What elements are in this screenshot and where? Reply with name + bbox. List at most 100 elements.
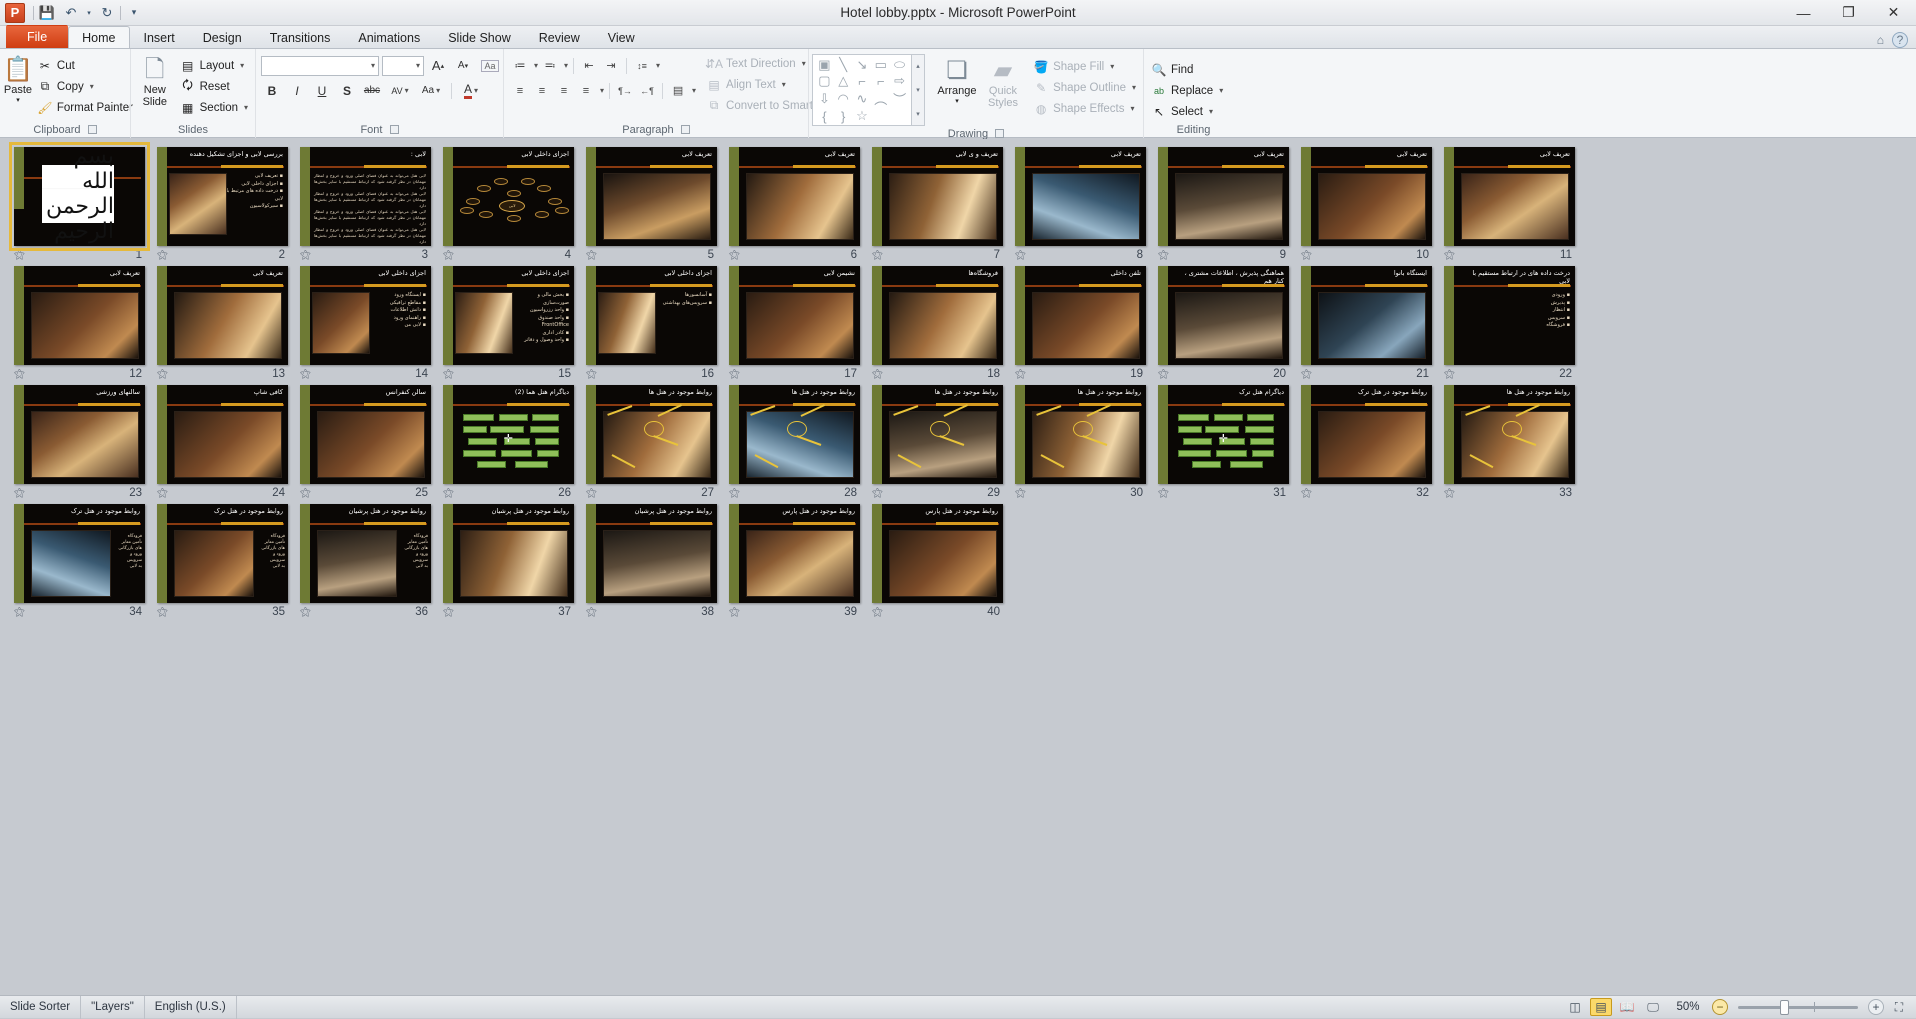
- transition-star-icon[interactable]: ⚝: [157, 368, 167, 381]
- shape-down-arrow-icon[interactable]: ⇩: [815, 89, 834, 108]
- slide-thumbnail-cell[interactable]: اجزای داخلی لابی▪ آسانسورها▪ سرویس‌های ب…: [580, 264, 722, 383]
- slide-thumbnail-cell[interactable]: روابط موجود در هتل ترک⚝32: [1295, 383, 1437, 502]
- slide-thumbnail-cell[interactable]: نشیمن لابی⚝17: [723, 264, 865, 383]
- slide-thumbnail-cell[interactable]: روابط موجود در هتل پارس⚝40: [866, 502, 1008, 621]
- slide-thumbnail[interactable]: تعریف لابی: [1015, 147, 1146, 246]
- transition-star-icon[interactable]: ⚝: [157, 487, 167, 500]
- ltr-direction-button[interactable]: ¶→: [615, 81, 635, 101]
- slide-thumbnail[interactable]: روابط موجود در هتل پارس: [729, 504, 860, 603]
- slide-thumbnail-cell[interactable]: درخت داده های در ارتباط مستقیم با لابی▪ …: [1438, 264, 1580, 383]
- slide-thumbnail-cell[interactable]: تلفن داخلی⚝19: [1009, 264, 1151, 383]
- char-spacing-caret[interactable]: ▾: [405, 86, 409, 95]
- numbering-button[interactable]: ≕: [540, 56, 560, 76]
- transition-star-icon[interactable]: ⚝: [300, 487, 310, 500]
- tab-slide-show[interactable]: Slide Show: [434, 26, 525, 48]
- slide-thumbnail[interactable]: بسم الله الرحمن الرحیم: [14, 147, 145, 246]
- transition-star-icon[interactable]: ⚝: [729, 368, 739, 381]
- shape-rounded-rect-icon[interactable]: ▢: [815, 73, 834, 89]
- slide-thumbnail-cell[interactable]: روابط موجود در هتل ها⚝33: [1438, 383, 1580, 502]
- transition-star-icon[interactable]: ⚝: [443, 487, 453, 500]
- slide-thumbnail[interactable]: روابط موجود در هتل ها: [872, 385, 1003, 484]
- zoom-slider[interactable]: [1738, 1006, 1858, 1009]
- increase-indent-button[interactable]: ⇥: [601, 56, 621, 76]
- slide-thumbnail[interactable]: سالنهای ورزشی: [14, 385, 145, 484]
- transition-star-icon[interactable]: ⚝: [443, 368, 453, 381]
- transition-star-icon[interactable]: ⚝: [157, 606, 167, 619]
- tab-insert[interactable]: Insert: [130, 26, 189, 48]
- slide-sorter-view-button[interactable]: ▤: [1590, 998, 1612, 1016]
- shape-right-arrow-icon[interactable]: ⇨: [890, 73, 909, 89]
- shapes-gallery[interactable]: ▣ ╲ ↘ ▭ ⬭ ▢ △ ⌐ ⌐ ⇨ ⇩ ◠ ∿ ︵ ︶ { }: [812, 54, 912, 126]
- slide-thumbnail-cell[interactable]: تعریف لابی⚝5: [580, 145, 722, 264]
- font-size-input[interactable]: ▾: [382, 56, 424, 76]
- font-size-caret[interactable]: ▾: [416, 61, 420, 70]
- align-left-button[interactable]: ≡: [510, 81, 530, 101]
- slide-thumbnail[interactable]: اجزای داخلی لابیلابی: [443, 147, 574, 246]
- slide-thumbnail[interactable]: تعریف لابی: [1301, 147, 1432, 246]
- transition-star-icon[interactable]: ⚝: [872, 249, 882, 262]
- transition-star-icon[interactable]: ⚝: [1158, 487, 1168, 500]
- transition-star-icon[interactable]: ⚝: [300, 368, 310, 381]
- transition-star-icon[interactable]: ⚝: [586, 249, 596, 262]
- slide-thumbnail-cell[interactable]: روابط موجود در هتل ها⚝27: [580, 383, 722, 502]
- slide-thumbnail[interactable]: روابط موجود در هتل پرشیان: [586, 504, 717, 603]
- slide-thumbnail-cell[interactable]: سالن کنفرانس⚝25: [294, 383, 436, 502]
- arrange-button[interactable]: ❏ Arrange ▾: [933, 54, 981, 105]
- slide-thumbnail-cell[interactable]: تعریف لابی⚝13: [151, 264, 293, 383]
- redo-icon[interactable]: ↻: [96, 3, 118, 23]
- layout-button[interactable]: ▤ Layout ▾: [176, 55, 252, 76]
- slide-thumbnail[interactable]: روابط موجود در هتل پرشیان: [443, 504, 574, 603]
- paste-button[interactable]: 📋 Paste ▾: [3, 53, 33, 104]
- slide-thumbnail-cell[interactable]: دیاگرام هتل ترک✛⚝31: [1152, 383, 1294, 502]
- save-icon[interactable]: 💾: [36, 3, 58, 23]
- tab-file[interactable]: File: [6, 25, 68, 48]
- customize-qat-icon[interactable]: ▾: [123, 3, 145, 23]
- slide-thumbnail-cell[interactable]: لابی :لابی هتل می‌تواند به عنوان فضای اص…: [294, 145, 436, 264]
- slide-thumbnail[interactable]: روابط موجود در هتل ها: [586, 385, 717, 484]
- slide-show-view-button[interactable]: 🖵: [1642, 998, 1664, 1016]
- slide-thumbnail-cell[interactable]: تعریف لابی⚝9: [1152, 145, 1294, 264]
- transition-star-icon[interactable]: ⚝: [14, 487, 24, 500]
- clear-formatting-button[interactable]: Aa: [477, 55, 503, 76]
- slide-thumbnail-cell[interactable]: سالنهای ورزشی⚝23: [8, 383, 150, 502]
- shape-fill-button[interactable]: 🪣 Shape Fill ▾: [1029, 56, 1140, 77]
- slide-thumbnail[interactable]: روابط موجود در هتل ترکفرودگاهتأمین معابر…: [157, 504, 288, 603]
- slide-thumbnail-cell[interactable]: تعریف لابی⚝12: [8, 264, 150, 383]
- shape-arc-icon[interactable]: ︶: [890, 89, 909, 108]
- font-color-caret[interactable]: ▾: [474, 86, 478, 95]
- rtl-direction-button[interactable]: ←¶: [637, 81, 657, 101]
- shape-elbow-connector-icon[interactable]: ⌐: [853, 73, 872, 89]
- transition-star-icon[interactable]: ⚝: [729, 249, 739, 262]
- columns-button[interactable]: ▤: [668, 81, 688, 101]
- zoom-slider-handle[interactable]: [1780, 1000, 1789, 1015]
- slide-thumbnail-cell[interactable]: ایستگاه بانوا⚝21: [1295, 264, 1437, 383]
- slide-thumbnail[interactable]: تلفن داخلی: [1015, 266, 1146, 365]
- justify-button[interactable]: ≡: [576, 81, 596, 101]
- close-button[interactable]: ✕: [1871, 0, 1916, 26]
- numbering-caret[interactable]: ▾: [564, 61, 568, 70]
- transition-star-icon[interactable]: ⚝: [1015, 249, 1025, 262]
- slide-thumbnail[interactable]: اجزای داخلی لابی▪ آسانسورها▪ سرویس‌های ب…: [586, 266, 717, 365]
- select-caret[interactable]: ▾: [1209, 107, 1213, 116]
- slide-thumbnail[interactable]: روابط موجود در هتل ها: [1015, 385, 1146, 484]
- slide-thumbnail[interactable]: تعریف لابی: [586, 147, 717, 246]
- powerpoint-logo-icon[interactable]: P: [5, 3, 25, 23]
- slide-thumbnail-cell[interactable]: تعریف و ی لابی⚝7: [866, 145, 1008, 264]
- restore-button[interactable]: ❐: [1826, 0, 1871, 26]
- slide-thumbnail-cell[interactable]: هماهنگی پذیرش ، اطلاعات مشتری ، کنار هم⚝…: [1152, 264, 1294, 383]
- change-case-button[interactable]: Aa▾: [417, 80, 445, 101]
- zoom-level-label[interactable]: 50%: [1668, 1001, 1708, 1013]
- quick-styles-button[interactable]: ▰ Quick Styles: [981, 54, 1025, 109]
- clipboard-dialog-launcher-icon[interactable]: [88, 125, 97, 134]
- line-spacing-caret[interactable]: ▾: [656, 61, 660, 70]
- slide-thumbnail-cell[interactable]: اجزای داخلی لابی▪ ایستگاه ورود▪ مقاطع تر…: [294, 264, 436, 383]
- align-right-button[interactable]: ≡: [554, 81, 574, 101]
- transition-star-icon[interactable]: ⚝: [443, 249, 453, 262]
- slide-thumbnail[interactable]: لابی :لابی هتل می‌تواند به عنوان فضای اص…: [300, 147, 431, 246]
- copy-caret[interactable]: ▾: [90, 82, 94, 91]
- slide-thumbnail[interactable]: ایستگاه بانوا: [1301, 266, 1432, 365]
- slide-thumbnail[interactable]: تعریف لابی: [1158, 147, 1289, 246]
- transition-star-icon[interactable]: ⚝: [300, 606, 310, 619]
- shape-effects-caret[interactable]: ▾: [1131, 104, 1135, 113]
- slide-thumbnail-cell[interactable]: روابط موجود در هتل ترکفرودگاهتأمین معابر…: [151, 502, 293, 621]
